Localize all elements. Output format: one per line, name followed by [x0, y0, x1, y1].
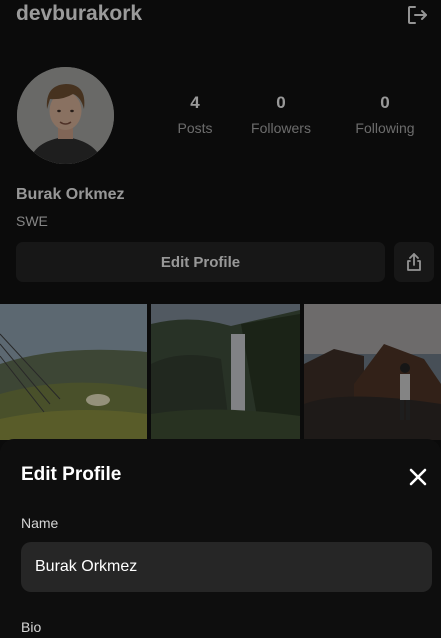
profile-username: devburakork [16, 2, 143, 25]
stat-posts[interactable]: 4 Posts [150, 92, 240, 136]
profile-bio: SWE [16, 213, 48, 229]
avatar[interactable] [17, 67, 114, 164]
sheet-title: Edit Profile [21, 464, 122, 485]
logout-icon[interactable] [405, 3, 429, 27]
name-label: Name [21, 515, 59, 531]
post-image [0, 304, 147, 440]
post-image [151, 304, 300, 440]
share-icon [407, 253, 421, 271]
avatar-photo [17, 67, 114, 164]
profile-view: devburakork 4 Posts 0 Followers 0 Follow… [0, 0, 441, 440]
profile-stats: 4 Posts 0 Followers 0 Following [150, 92, 440, 142]
stat-following-label: Following [355, 120, 415, 136]
stat-followers[interactable]: 0 Followers [236, 92, 326, 136]
name-input[interactable] [21, 542, 432, 592]
stat-posts-count: 4 [190, 93, 200, 112]
edit-profile-sheet: Edit Profile Name Bio [0, 439, 441, 638]
profile-display-name: Burak Orkmez [16, 186, 125, 203]
post-thumbnail[interactable] [151, 304, 300, 440]
post-thumbnail[interactable] [304, 304, 441, 440]
bio-label: Bio [21, 619, 42, 635]
posts-grid [0, 304, 441, 440]
stat-posts-label: Posts [177, 120, 213, 136]
stat-following[interactable]: 0 Following [340, 92, 430, 136]
edit-profile-button[interactable]: Edit Profile [16, 242, 385, 282]
stat-followers-count: 0 [276, 93, 286, 112]
share-profile-button[interactable] [394, 242, 434, 282]
post-image [304, 304, 441, 440]
stat-following-count: 0 [380, 93, 390, 112]
stat-followers-label: Followers [251, 120, 311, 136]
close-icon[interactable] [406, 465, 430, 489]
post-thumbnail[interactable] [0, 304, 147, 440]
screen: devburakork 4 Posts 0 Followers 0 Follow… [0, 0, 441, 638]
